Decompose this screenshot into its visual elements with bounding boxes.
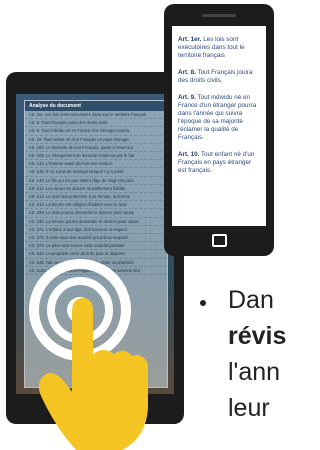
small-phone-screen: Art. 1er. Les lois sont exécutoires dans… xyxy=(172,26,266,226)
document-line: Art. 229. Le mari pourra demander le div… xyxy=(25,209,167,218)
document-line: Art. 10. Tout enfant né d'un Français en… xyxy=(25,136,167,144)
document-line: Art. 8. Tout Français jouira des droits … xyxy=(25,119,167,128)
document-line: Art. 146. Il n'y a pas de mariage lorsqu… xyxy=(25,168,167,177)
document-line: Art. 214. La femme est obligée d'habiter… xyxy=(25,201,167,210)
document-line: Art. 102. Le domicile de tout Français, … xyxy=(25,144,167,153)
document-lines: Art. 1er. Les lois sont exécutoires dans… xyxy=(25,111,167,276)
document-line: Art. 212. Les époux se doivent mutuellem… xyxy=(25,185,167,194)
small-phone: Art. 1er. Les lois sont exécutoires dans… xyxy=(164,4,274,256)
document-line: Art. 213. Le mari doit protection à sa f… xyxy=(25,193,167,202)
speaker xyxy=(202,14,236,17)
bullet-text: Dan révis l'ann leur xyxy=(228,286,287,422)
document-header: Analyse du document xyxy=(25,101,167,111)
document-line: Art. 144. L'homme avant dix-huit ans rév… xyxy=(25,160,167,169)
document-line: Art. 372. Il reste sous leur autorité ju… xyxy=(25,234,167,243)
article-item: Art. 8. Tout Français jouira des droits … xyxy=(178,69,253,84)
bullet-dot xyxy=(200,300,206,306)
document-line: Art. 371. L'enfant, à tout âge, doit hon… xyxy=(25,226,167,235)
document-line: Art. 103. Le changement de domicile s'op… xyxy=(25,152,167,161)
touch-hand-icon xyxy=(29,259,148,450)
home-button[interactable] xyxy=(212,234,227,247)
document-line: Art. 230. La femme pourra demander le di… xyxy=(25,218,167,226)
document-line: Art. 1er. Les lois sont exécutoires dans… xyxy=(25,111,167,120)
article-item: Art. 1er. Les lois sont exécutoires dans… xyxy=(178,36,245,59)
article-item: Art. 10. Tout enfant né d'un Français en… xyxy=(178,151,255,174)
document-line: Art. 148. Le fils qui n'a pas atteint l'… xyxy=(25,177,167,185)
article-item: Art. 9. Tout individu né en France d'un … xyxy=(178,94,257,141)
document-line: Art. 9. Tout individu né en France d'un … xyxy=(25,127,167,136)
document-line: Art. 373. Le père seul exerce cette auto… xyxy=(25,242,167,251)
